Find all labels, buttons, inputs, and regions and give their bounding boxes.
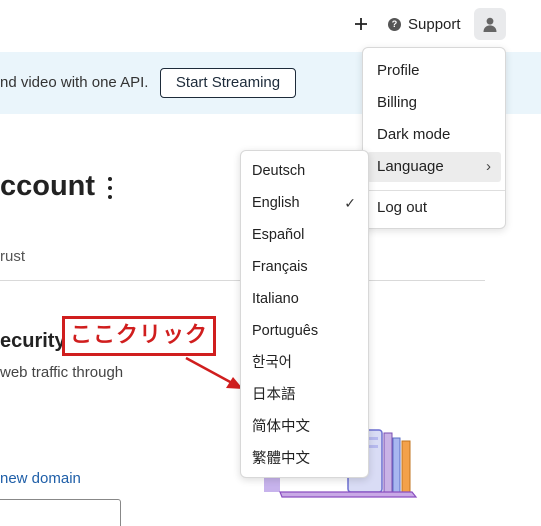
user-icon [483, 17, 497, 32]
language-option-italiano[interactable]: Italiano [241, 284, 368, 314]
language-option-traditional-chinese[interactable]: 繁體中文 [241, 444, 368, 474]
menu-item-profile[interactable]: Profile [367, 56, 501, 86]
language-option-simplified-chinese[interactable]: 简体中文 [241, 412, 368, 442]
add-domain-link[interactable]: new domain [0, 470, 81, 487]
user-dropdown-menu: Profile Billing Dark mode Language › Log… [362, 47, 506, 229]
language-option-korean[interactable]: 한국어 [241, 348, 368, 378]
help-circle-icon: ? [388, 17, 401, 31]
language-option-japanese[interactable]: 日本語 [241, 380, 368, 410]
plus-icon [355, 18, 367, 30]
annotation-callout: ここクリック [62, 316, 216, 356]
language-option-deutsch[interactable]: Deutsch [241, 156, 368, 186]
menu-item-billing[interactable]: Billing [367, 88, 501, 118]
top-bar: ? Support [0, 0, 541, 50]
start-streaming-button[interactable]: Start Streaming [160, 68, 296, 98]
kebab-menu-icon[interactable] [104, 175, 116, 201]
menu-item-language-label: Language [377, 158, 444, 175]
language-option-english[interactable]: English ✓ [241, 188, 368, 218]
section-description: web traffic through [0, 364, 124, 381]
section-title: ecurity [0, 330, 66, 352]
menu-item-dark-mode[interactable]: Dark mode [367, 120, 501, 150]
menu-divider [363, 190, 505, 191]
support-button[interactable]: ? Support [388, 12, 461, 36]
language-option-francais[interactable]: Français [241, 252, 368, 282]
chevron-right-icon: › [486, 158, 491, 175]
support-label: Support [408, 15, 461, 33]
user-menu-button[interactable] [474, 8, 506, 40]
language-submenu: Deutsch English ✓ Español Français Itali… [240, 150, 369, 478]
language-option-english-label: English [252, 195, 300, 211]
tab-trust[interactable]: rust [0, 248, 25, 265]
language-option-portugues[interactable]: Português [241, 316, 368, 346]
checkmark-icon: ✓ [344, 195, 356, 211]
banner-text: nd video with one API. [0, 74, 149, 91]
add-button[interactable] [350, 12, 372, 36]
menu-item-language[interactable]: Language › [367, 152, 501, 182]
language-option-espanol[interactable]: Español [241, 220, 368, 250]
page-title: ccount [0, 170, 96, 202]
domain-input[interactable] [0, 499, 121, 526]
menu-item-log-out[interactable]: Log out [367, 193, 501, 223]
